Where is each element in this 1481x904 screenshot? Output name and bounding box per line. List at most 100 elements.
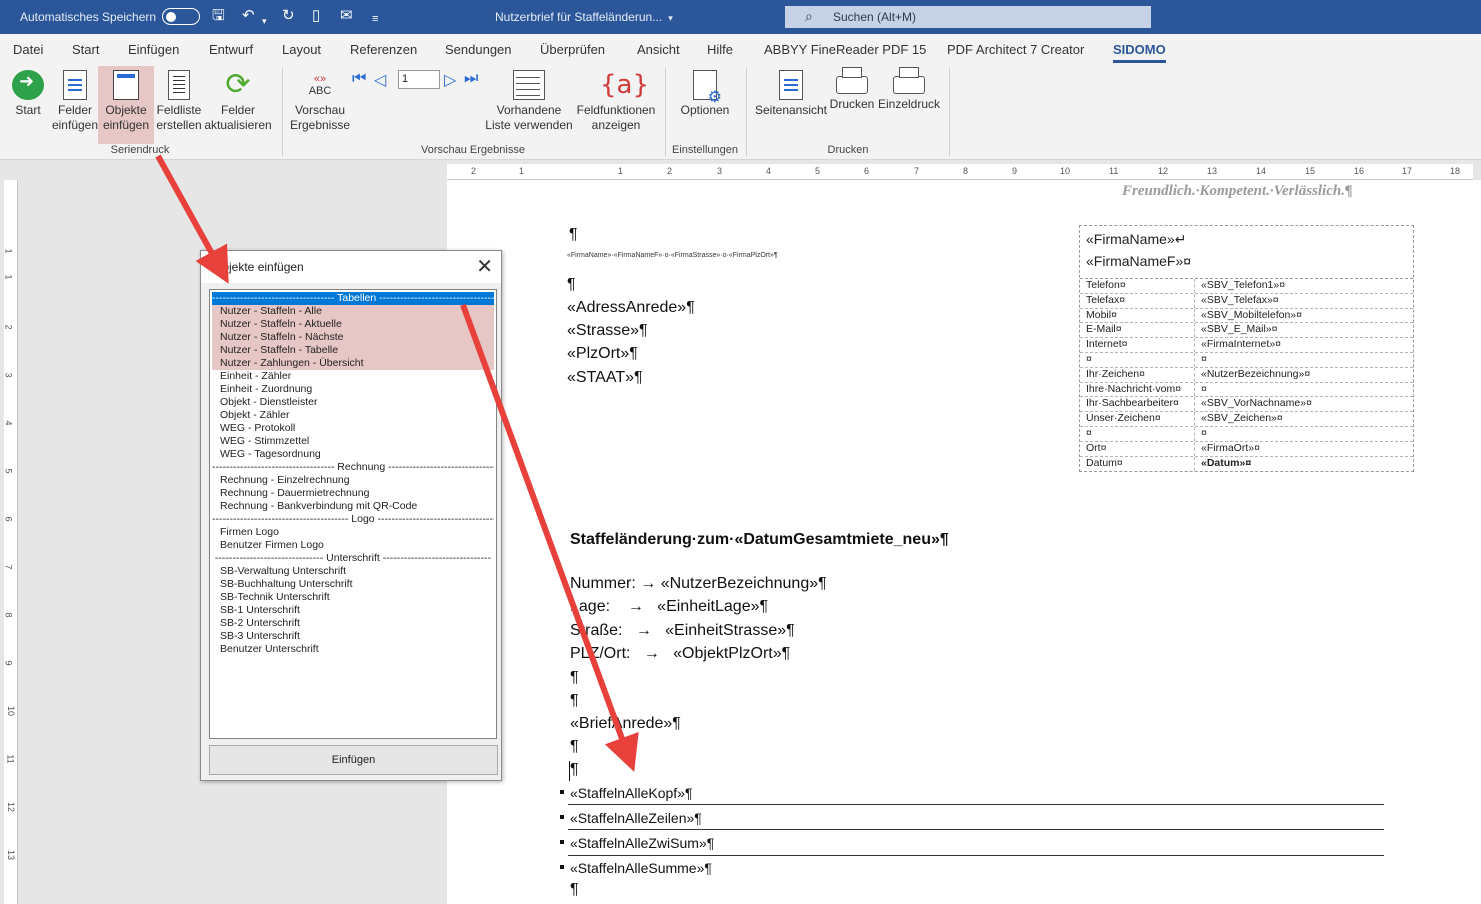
list-item[interactable]: Nutzer - Staffeln - Nächste	[212, 331, 494, 344]
next-record-icon[interactable]: ▷	[444, 70, 456, 90]
title-bar: Automatisches Speichern 🖫 ↶ ▾ ↻ ▯ ✉ ≡ Nu…	[0, 0, 1481, 34]
list-item[interactable]: Nutzer - Staffeln - Aktuelle	[212, 318, 494, 331]
list-item[interactable]: Nutzer - Staffeln - Alle	[212, 305, 494, 318]
objects-listbox[interactable]: ----------------------------------- Tabe…	[209, 289, 497, 739]
list-item[interactable]: SB-Technik Unterschrift	[212, 591, 494, 604]
info-table-row: Mobil¤ «SBV_Mobiltelefon»¤	[1080, 308, 1413, 324]
list-item[interactable]: Einheit - Zuordnung	[212, 383, 494, 396]
undo-dropdown-icon[interactable]: ▾	[262, 11, 267, 31]
list-item[interactable]: Rechnung - Dauermietrechnung	[212, 487, 494, 500]
tab-referenzen[interactable]: Referenzen	[350, 42, 417, 57]
optionen-button[interactable]: Optionen	[674, 66, 736, 142]
list-item[interactable]: SB-Buchhaltung Unterschrift	[212, 578, 494, 591]
tab-sidomo[interactable]: SIDOMO	[1113, 42, 1166, 63]
list-item[interactable]: Benutzer Unterschrift	[212, 643, 494, 656]
feldfunktionen-button[interactable]: {a} Feldfunktionen anzeigen	[574, 66, 658, 142]
info-table-value: «SBV_Zeichen»¤	[1201, 412, 1283, 425]
list-item[interactable]: SB-2 Unterschrift	[212, 617, 494, 630]
list-category-header[interactable]: --------------------------------------- …	[212, 513, 494, 526]
field-row-lage: Lage: → «EinheitLage»¶	[570, 598, 769, 615]
list-item[interactable]: SB-Verwaltung Unterschrift	[212, 565, 494, 578]
list-item[interactable]: WEG - Stimmzettel	[212, 435, 494, 448]
felder-aktualisieren-button[interactable]: ⟳ Felder aktualisieren	[204, 66, 272, 142]
title-dropdown-icon: ▾	[668, 13, 673, 23]
table-field-summe: «StaffelnAlleSumme»¶	[570, 860, 712, 876]
objekte-einfuegen-button[interactable]: Objekte einfügen	[98, 66, 154, 144]
einzeldruck-button[interactable]: Einzeldruck	[876, 66, 942, 142]
tab-abbyy[interactable]: ABBYY FineReader PDF 15	[764, 42, 926, 57]
paragraph-bullet	[560, 840, 564, 844]
info-table-row: Unser·Zeichen¤ «SBV_Zeichen»¤	[1080, 412, 1413, 427]
table-field-zeilen: «StaffelnAlleZeilen»¶	[570, 810, 702, 826]
list-item[interactable]: Nutzer - Zahlungen - Übersicht	[212, 357, 494, 370]
tab-einfuegen[interactable]: Einfügen	[128, 42, 179, 57]
info-table-row: E-Mail¤ «SBV_E_Mail»¤	[1080, 323, 1413, 339]
paragraph-mark: ¶	[570, 738, 579, 755]
list-item[interactable]: Objekt - Dienstleister	[212, 396, 494, 409]
ribbon-separator	[282, 68, 283, 156]
info-table-key: ¤	[1080, 352, 1195, 367]
seitenansicht-button[interactable]: Seitenansicht	[754, 66, 828, 142]
info-table-key: Ihre·Nachricht·vom¤	[1080, 382, 1195, 397]
list-item[interactable]: WEG - Protokoll	[212, 422, 494, 435]
list-item[interactable]: Firmen Logo	[212, 526, 494, 539]
vorhandene-liste-button[interactable]: Vorhandene Liste verwenden	[484, 66, 574, 142]
single-print-icon	[893, 67, 925, 94]
tab-ueberpruefen[interactable]: Überprüfen	[540, 42, 605, 57]
mail-icon[interactable]: ✉	[340, 6, 353, 26]
list-item[interactable]: WEG - Tagesordnung	[212, 448, 494, 461]
subject-line: Staffeländerung·zum·«DatumGesamtmiete_ne…	[570, 531, 949, 548]
ribbon-separator	[746, 68, 747, 156]
options-icon	[693, 70, 722, 105]
list-item[interactable]: SB-1 Unterschrift	[212, 604, 494, 617]
group-seriendruck: Seriendruck	[110, 144, 170, 156]
print-preview-icon[interactable]: ▯	[312, 6, 320, 26]
redo-icon[interactable]: ↻	[282, 6, 295, 26]
vorschau-ergebnisse-button[interactable]: «» ABC Vorschau Ergebnisse	[288, 66, 352, 142]
info-table: «FirmaName»↵ «FirmaNameF»¤ Telefon¤ «SBV_…	[1079, 225, 1414, 473]
info-table-header: «FirmaName»↵ «FirmaNameF»¤	[1080, 226, 1413, 279]
save-icon[interactable]: 🖫	[212, 6, 225, 26]
list-item[interactable]: SB-3 Unterschrift	[212, 630, 494, 643]
list-category-header[interactable]: ----------------------------------- Rech…	[212, 461, 494, 474]
table-field-zwisum: «StaffelnAlleZwiSum»¶	[570, 835, 715, 851]
felder-einfuegen-button[interactable]: Felder einfügen	[50, 66, 100, 142]
list-item[interactable]: Einheit - Zähler	[212, 370, 494, 383]
tab-datei[interactable]: Datei	[13, 42, 43, 57]
record-number-input[interactable]: 1	[398, 70, 440, 89]
tab-layout[interactable]: Layout	[282, 42, 321, 57]
customize-qat-icon[interactable]: ≡	[372, 9, 378, 29]
list-item[interactable]: Rechnung - Bankverbindung mit QR-Code	[212, 500, 494, 513]
refresh-icon: ⟳	[225, 68, 251, 101]
list-category-header[interactable]: ----------------------------------- Tabe…	[212, 292, 494, 305]
list-item[interactable]: Benutzer Firmen Logo	[212, 539, 494, 552]
search-input[interactable]: ⌕ Suchen (Alt+M)	[785, 6, 1151, 28]
last-record-icon[interactable]: ⏭	[464, 70, 478, 88]
document-title[interactable]: Nutzerbrief für Staffeländerun... ▾	[495, 10, 673, 24]
document-page[interactable]: Freundlich.·Kompetent.·Verlässlich.¶ ¶ «…	[447, 180, 1481, 904]
drucken-button[interactable]: Drucken	[828, 66, 876, 142]
feldliste-erstellen-button[interactable]: Feldliste erstellen	[154, 66, 204, 142]
tab-hilfe[interactable]: Hilfe	[707, 42, 733, 57]
autosave-toggle[interactable]	[162, 8, 200, 25]
tab-pdf-architect[interactable]: PDF Architect 7 Creator	[947, 42, 1084, 57]
text-cursor	[569, 761, 570, 781]
address-plzort: «PlzOrt»¶	[567, 345, 638, 362]
undo-icon[interactable]: ↶	[242, 6, 255, 26]
list-item[interactable]: Objekt - Zähler	[212, 409, 494, 422]
first-record-icon[interactable]: ⏮	[352, 70, 366, 88]
list-category-header[interactable]: ------------------------------- Untersch…	[212, 552, 494, 565]
tab-sendungen[interactable]: Sendungen	[445, 42, 512, 57]
tab-start[interactable]: Start	[72, 42, 99, 57]
table-rule	[568, 804, 1384, 805]
previous-record-icon[interactable]: ◁	[374, 70, 386, 90]
list-item[interactable]: Rechnung - Einzelrechnung	[212, 474, 494, 487]
close-icon[interactable]: ✕	[476, 254, 493, 279]
tab-ansicht[interactable]: Ansicht	[637, 42, 680, 57]
tab-entwurf[interactable]: Entwurf	[209, 42, 253, 57]
list-item[interactable]: Nutzer - Staffeln - Tabelle	[212, 344, 494, 357]
info-table-value: ¤	[1201, 426, 1207, 439]
start-button[interactable]: Start	[8, 66, 48, 142]
paragraph-mark: ¶	[570, 881, 579, 898]
einfuegen-button[interactable]: Einfügen	[209, 745, 498, 775]
